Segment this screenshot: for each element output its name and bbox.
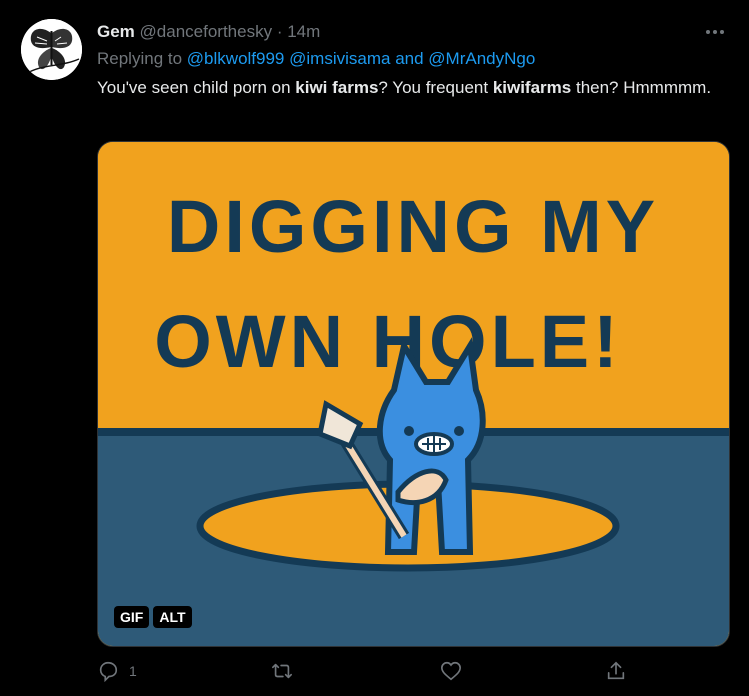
butterfly-avatar-image [21,19,82,80]
tweet-actions: 1 [97,660,628,690]
retweet-icon [272,663,292,679]
replying-to: Replying to @blkwolf999 @imsivisama and … [97,48,535,70]
replying-and: and [395,49,424,68]
text-bold: kiwifarms [492,78,572,97]
tweet-text: You've seen child porn on kiwi farms? Yo… [97,75,717,100]
text-segment: then? Hmmmmm. [571,78,712,97]
gif-caption-line1: DIGGING MY [167,185,659,268]
media-badges: GIF ALT [114,606,192,628]
more-options-button[interactable] [703,20,727,44]
mention-link[interactable]: @imsivisama [289,49,390,68]
gif-illustration: DIGGING MY OWN HOLE! [98,142,729,646]
timestamp[interactable]: 14m [287,22,320,41]
gif-caption-line2: OWN HOLE! [154,300,622,383]
reply-count: 1 [129,663,137,679]
handle[interactable]: @danceforthesky [140,22,273,41]
share-icon [607,661,625,680]
gif-media[interactable]: DIGGING MY OWN HOLE! [97,141,730,647]
display-name[interactable]: Gem [97,22,135,41]
tweet[interactable]: Gem @danceforthesky · 14m Replying to @b… [0,0,749,696]
mention-link[interactable]: @MrAndyNgo [428,49,535,68]
replying-prefix: Replying to [97,49,183,68]
share-button[interactable] [605,660,627,682]
avatar[interactable] [21,19,82,80]
reply-button[interactable]: 1 [97,660,137,682]
separator: · [276,22,283,41]
mention-link[interactable]: @blkwolf999 [187,49,285,68]
more-icon [706,30,724,34]
text-bold: kiwi farms [295,78,379,97]
text-segment: You've seen child porn on [97,78,296,97]
tweet-header: Gem @danceforthesky · 14m [97,21,320,43]
retweet-button[interactable] [271,660,293,682]
reply-icon [99,661,118,682]
alt-badge[interactable]: ALT [153,606,192,628]
text-segment: ? You frequent [378,78,493,97]
like-button[interactable] [440,660,462,682]
gif-badge: GIF [114,606,150,628]
like-icon [441,661,461,681]
